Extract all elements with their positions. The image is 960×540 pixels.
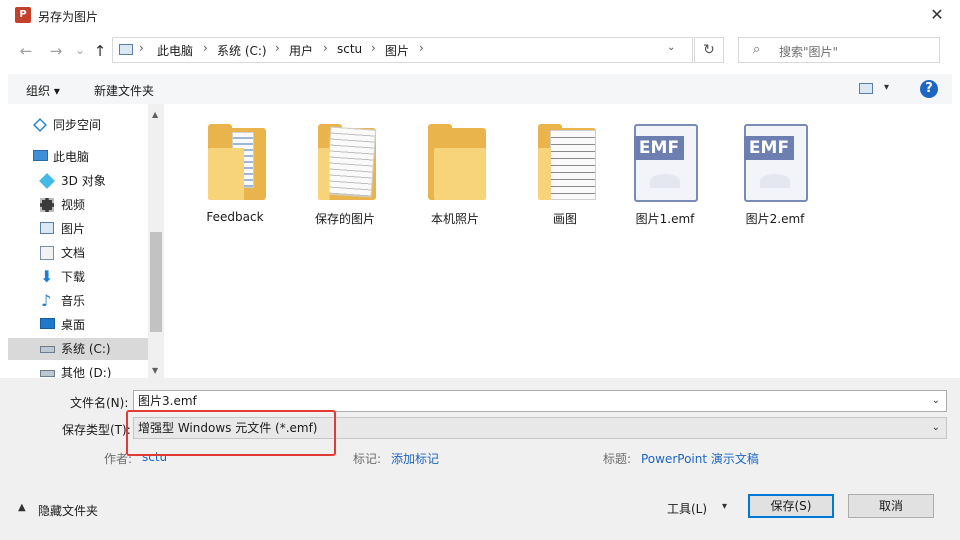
pictures-folder-icon (119, 44, 133, 55)
filename-input[interactable]: 图片3.emf ⌄ (133, 390, 947, 412)
emf-file-icon: EMF (744, 124, 808, 202)
title-value[interactable]: PowerPoint 演示文稿 (641, 450, 759, 467)
scroll-down-icon[interactable]: ▼ (152, 366, 158, 375)
chevron-down-icon[interactable]: ⌄ (932, 418, 940, 438)
breadcrumb-separator: › (275, 41, 280, 55)
save-button[interactable]: 保存(S) (748, 494, 834, 518)
filetype-label: 保存类型(T): (62, 423, 131, 437)
emf-file-icon: EMF (634, 124, 698, 202)
sidebar-item-pictures[interactable]: 图片 (8, 218, 148, 240)
view-options-icon[interactable] (859, 83, 873, 94)
sidebar-item-downloads[interactable]: ⬇ 下载 (8, 266, 148, 288)
tools-dropdown-icon[interactable]: ▾ (722, 501, 727, 512)
new-folder-button[interactable]: 新建文件夹 (94, 82, 154, 99)
breadcrumb-pictures[interactable]: 图片 (385, 42, 409, 59)
sidebar-item-3d-objects[interactable]: 3D 对象 (8, 170, 148, 192)
breadcrumb-separator: › (371, 41, 376, 55)
3d-objects-icon (39, 173, 55, 189)
collapse-icon[interactable]: ▲ (18, 502, 26, 513)
organize-button[interactable]: 组织 ▾ (26, 82, 60, 99)
address-dropdown-icon[interactable]: ⌄ (667, 42, 675, 53)
search-box[interactable]: ⌕ 搜索"图片" (738, 37, 940, 63)
breadcrumb-this-pc[interactable]: 此电脑 (157, 42, 193, 59)
tags-label: 标记: (353, 452, 382, 466)
toolbar: 组织 ▾ 新建文件夹 ▾ ? (8, 74, 952, 104)
file-item-picture2-emf[interactable]: EMF 图片2.emf (730, 118, 820, 228)
up-button[interactable]: ↑ (90, 41, 110, 61)
music-icon: ♪ (41, 291, 52, 310)
breadcrumb-separator: › (139, 41, 144, 55)
recent-locations-button[interactable]: ⌄ (70, 40, 90, 60)
breadcrumb-users[interactable]: 用户 (289, 42, 313, 59)
search-icon: ⌕ (753, 42, 761, 57)
powerpoint-icon: P (15, 7, 31, 23)
documents-icon (40, 246, 54, 260)
refresh-button[interactable]: ↻ (694, 37, 724, 63)
sidebar-item-music[interactable]: ♪ 音乐 (8, 290, 148, 312)
filename-label: 文件名(N): (70, 396, 129, 410)
file-item-saved-pictures[interactable]: 保存的图片 (300, 118, 390, 228)
sidebar-item-sync-space[interactable]: 同步空间 (8, 114, 148, 136)
file-item-paint[interactable]: 画图 (520, 118, 610, 228)
video-icon (40, 198, 54, 212)
title-bar: P 另存为图片 ✕ (0, 0, 960, 32)
sidebar-item-system-c[interactable]: 系统 (C:) (8, 338, 148, 360)
breadcrumb-system-c[interactable]: 系统 (C:) (217, 42, 267, 59)
breadcrumb-separator: › (419, 41, 424, 55)
navigation-pane: 同步空间 此电脑 3D 对象 视频 图片 文档 ⬇ 下载 ♪ 音乐 桌面 系统 … (8, 104, 164, 378)
sidebar-item-other-d[interactable]: 其他 (D:) (8, 362, 148, 378)
highlight-box (126, 410, 336, 456)
file-item-picture1-emf[interactable]: EMF 图片1.emf (620, 118, 710, 228)
drive-icon (40, 346, 55, 353)
drive-icon (40, 370, 55, 377)
close-button[interactable]: ✕ (926, 4, 948, 26)
sync-space-icon (33, 118, 47, 132)
tools-button[interactable]: 工具(L) (667, 500, 707, 517)
breadcrumb-sctu[interactable]: sctu (337, 42, 362, 56)
sidebar-item-video[interactable]: 视频 (8, 194, 148, 216)
pictures-icon (40, 222, 54, 234)
desktop-icon (40, 318, 55, 329)
search-input[interactable]: 搜索"图片" (779, 43, 838, 60)
window-title: 另存为图片 (38, 10, 99, 24)
breadcrumb-separator: › (203, 41, 208, 55)
help-icon[interactable]: ? (920, 80, 938, 98)
download-icon: ⬇ (40, 267, 54, 286)
sidebar-item-this-pc[interactable]: 此电脑 (8, 146, 148, 168)
cancel-button[interactable]: 取消 (848, 494, 934, 518)
forward-button[interactable]: → (46, 41, 66, 61)
hide-folders-button[interactable]: 隐藏文件夹 (38, 502, 98, 519)
chevron-down-icon[interactable]: ▾ (884, 82, 889, 93)
chevron-down-icon[interactable]: ⌄ (932, 391, 940, 411)
file-item-camera-roll[interactable]: 本机照片 (410, 118, 500, 228)
computer-icon (33, 150, 48, 161)
title-label: 标题: (603, 452, 632, 466)
address-bar[interactable]: › 此电脑 › 系统 (C:) › 用户 › sctu › 图片 › ⌄ (112, 37, 693, 63)
add-tags-link[interactable]: 添加标记 (391, 450, 439, 467)
file-item-feedback[interactable]: Feedback (190, 118, 280, 228)
sidebar-item-documents[interactable]: 文档 (8, 242, 148, 264)
back-button[interactable]: ← (16, 41, 36, 61)
sidebar-scrollbar-thumb[interactable] (150, 232, 162, 332)
scroll-up-icon[interactable]: ▲ (152, 110, 158, 119)
breadcrumb-separator: › (323, 41, 328, 55)
sidebar-item-desktop[interactable]: 桌面 (8, 314, 148, 336)
